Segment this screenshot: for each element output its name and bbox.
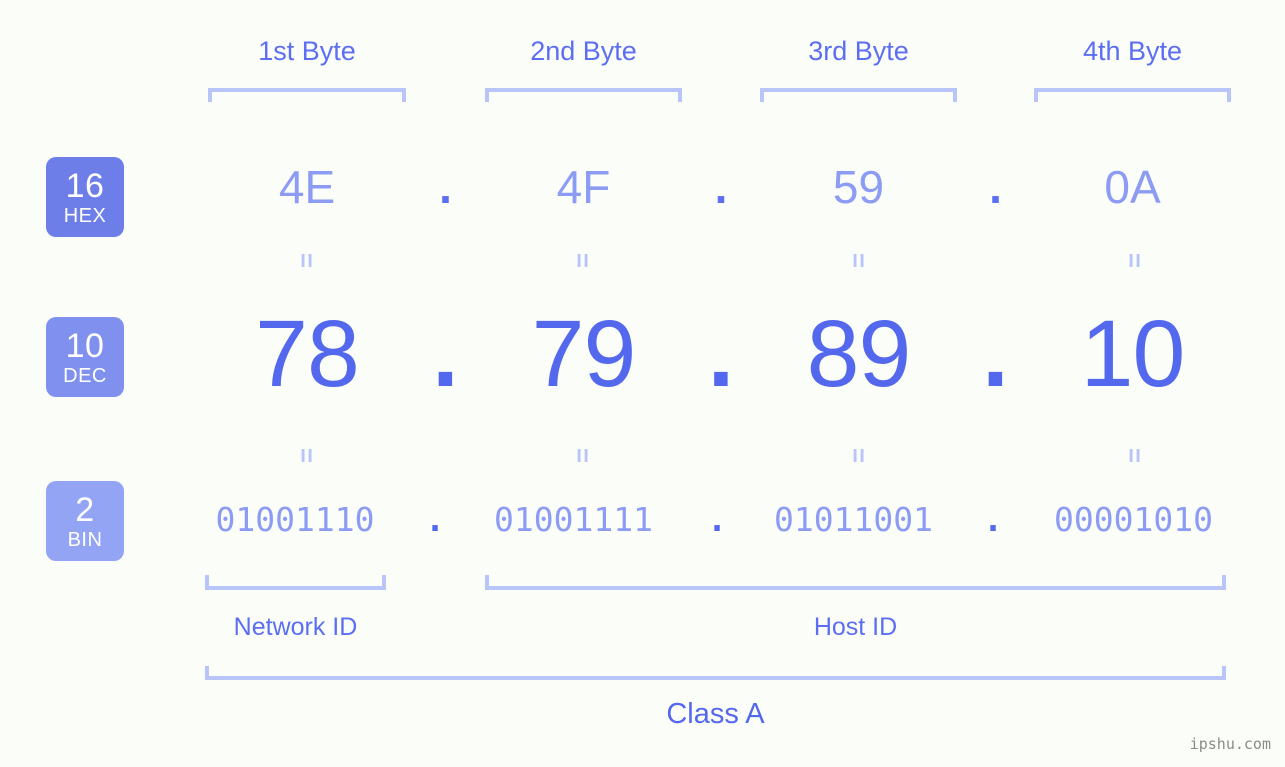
equals-hex-dec-1: =: [292, 252, 322, 268]
byte-header-label-2: 2nd Byte: [530, 36, 637, 66]
equals-hex-dec-2: =: [568, 252, 598, 268]
bin-separator-3: .: [983, 500, 1003, 539]
equals-dec-bin-3: =: [844, 447, 874, 463]
hex-separator-1: .: [439, 161, 452, 213]
network-id-label: Network ID: [233, 613, 358, 641]
base-badge-hex-number: 16: [65, 166, 105, 205]
byte-header-label-3: 3rd Byte: [808, 36, 909, 66]
dec-byte-3: 89: [806, 301, 912, 407]
host-id-bracket: [485, 575, 1226, 590]
base-badge-hex: 16 HEX: [46, 157, 124, 237]
base-badge-bin-number: 2: [75, 490, 95, 529]
byte-bracket-4: [1034, 88, 1231, 102]
equals-hex-dec-3: =: [844, 252, 874, 268]
byte-bracket-3: [760, 88, 957, 102]
dec-byte-4: 10: [1080, 301, 1186, 407]
byte-bracket-2: [485, 88, 682, 102]
hex-byte-4: 0A: [1104, 161, 1161, 213]
base-badge-bin: 2 BIN: [46, 481, 124, 561]
site-watermark: ipshu.com: [1189, 735, 1271, 753]
class-label: Class A: [666, 698, 765, 730]
hex-byte-3: 59: [832, 161, 885, 213]
hex-separator-2: .: [714, 161, 728, 213]
dec-separator-2: .: [707, 301, 735, 407]
bin-separator-1: .: [425, 500, 445, 539]
dec-separator-1: .: [432, 301, 459, 407]
byte-bracket-1: [208, 88, 406, 102]
equals-dec-bin-1: =: [292, 447, 322, 463]
bin-separator-2: .: [707, 500, 727, 539]
bin-byte-3: 01011001: [774, 500, 933, 539]
equals-hex-dec-4: =: [1120, 252, 1150, 268]
byte-header-label-4: 4th Byte: [1082, 36, 1183, 66]
dec-byte-2: 79: [531, 301, 637, 407]
bin-byte-4: 00001010: [1054, 500, 1213, 539]
equals-dec-bin-2: =: [568, 447, 598, 463]
bin-byte-1: 01001110: [215, 500, 375, 539]
bin-byte-2: 01001111: [494, 500, 653, 539]
base-badge-hex-name: HEX: [63, 204, 107, 227]
hex-byte-1: 4E: [278, 161, 336, 213]
byte-header-label-1: 1st Byte: [258, 36, 356, 66]
dec-byte-1: 78: [255, 301, 360, 407]
host-id-label: Host ID: [813, 613, 898, 641]
ip-address-breakdown-diagram: 1st Byte 2nd Byte 3rd Byte 4th Byte 16 H…: [0, 0, 1285, 767]
base-badge-bin-name: BIN: [67, 528, 103, 551]
class-bracket: [205, 666, 1226, 680]
equals-dec-bin-4: =: [1120, 447, 1150, 463]
base-badge-dec-name: DEC: [63, 364, 107, 387]
hex-separator-3: .: [989, 161, 1002, 213]
base-badge-dec: 10 DEC: [46, 317, 124, 397]
network-id-bracket: [205, 575, 386, 590]
hex-byte-2: 4F: [556, 161, 611, 213]
base-badge-dec-number: 10: [65, 326, 105, 365]
dec-separator-3: .: [982, 301, 1009, 407]
